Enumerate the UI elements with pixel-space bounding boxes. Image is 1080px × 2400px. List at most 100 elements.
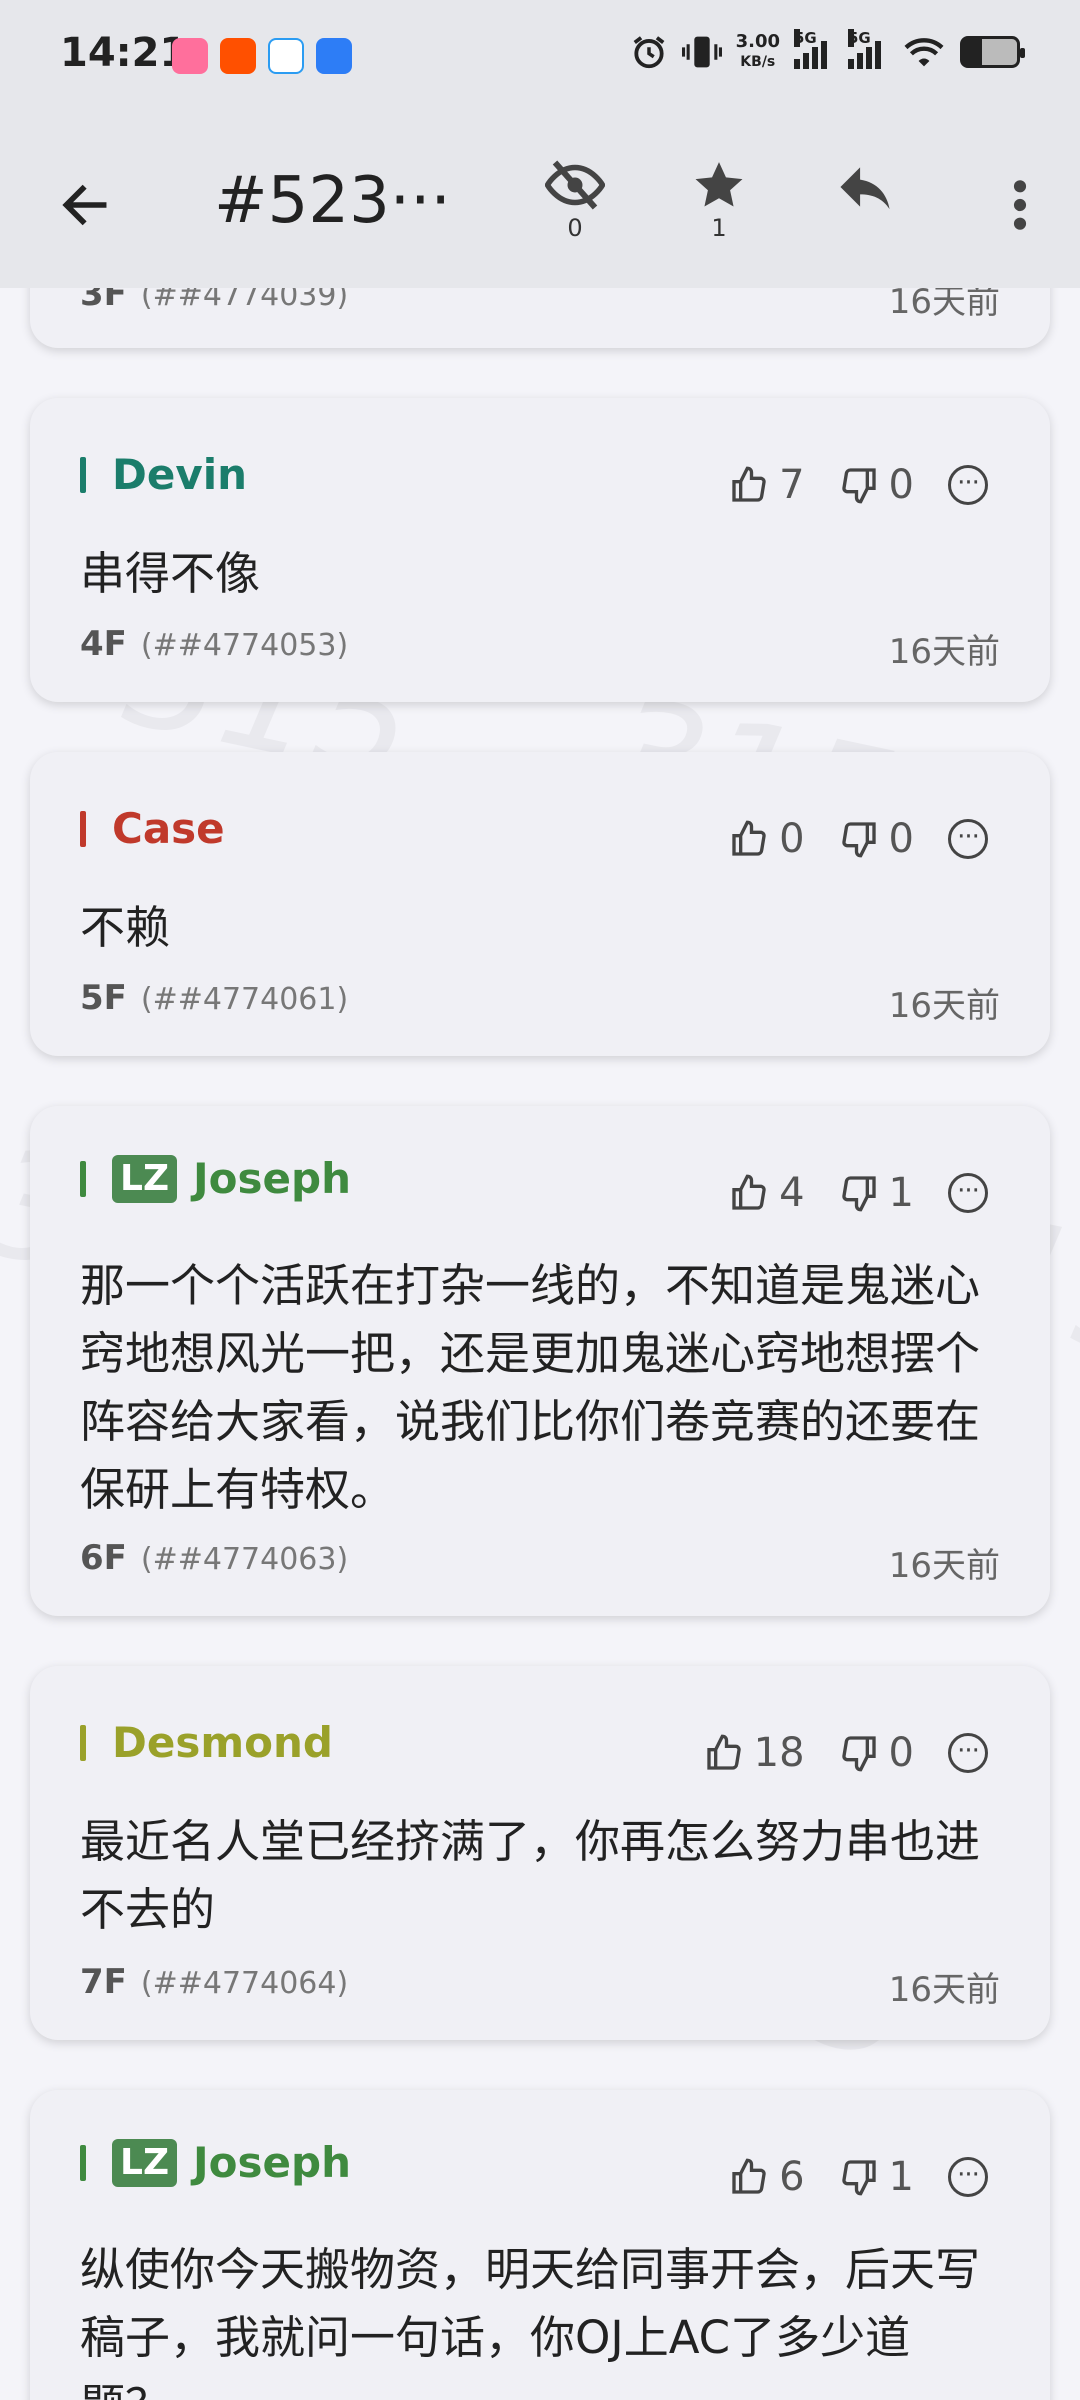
post-time: 16天前 (888, 1546, 1000, 1586)
bilibili-app-icon (172, 38, 208, 74)
post-id: (##4774063) (140, 1542, 349, 1577)
thumbs-down-icon (841, 2160, 876, 2196)
like-count: 4 (779, 1170, 805, 1216)
vibrate-icon (681, 36, 722, 68)
battery-icon (960, 36, 1025, 68)
eye-off-icon (545, 160, 605, 210)
comment-text: 串得不像 (80, 547, 261, 600)
vote-row: 4 1 (729, 1170, 988, 1216)
comment-text: 最近名人堂已经挤满了，你再怎么努力串也进不去的 (80, 1815, 981, 1936)
assistant-app-icon (316, 38, 352, 74)
taobao-app-icon (220, 38, 256, 74)
floor-label: 4F (##4774053) (80, 624, 349, 664)
vote-row: 6 1 (729, 2154, 988, 2200)
post-time: 16天前 (888, 986, 1000, 1026)
dislike-button[interactable]: 1 (839, 1170, 914, 1216)
author-name[interactable]: Joseph (193, 1154, 351, 1203)
comment-text: 不赖 (80, 901, 171, 954)
reply-icon (840, 167, 890, 210)
post-id: (##4774061) (140, 982, 349, 1017)
comment-card-4f[interactable]: Devin 7 0 串得不像 4F(##4774053) 16天前 (30, 398, 1050, 702)
author-name[interactable]: Desmond (112, 1718, 333, 1767)
dislike-button[interactable]: 0 (839, 816, 914, 862)
more-vertical-icon (1013, 180, 1027, 230)
floor-label: 5F (##4774061) (80, 978, 349, 1018)
dislike-count: 1 (888, 1170, 914, 1216)
like-count: 7 (779, 462, 805, 508)
like-count: 6 (779, 2154, 805, 2200)
back-arrow-icon (62, 184, 107, 226)
lz-badge: LZ (112, 1154, 178, 1203)
like-button[interactable]: 6 (729, 2154, 805, 2200)
thumbs-up-icon (732, 2158, 766, 2194)
status-indicators: 3.00 KB/s 5G 5G (630, 29, 1025, 72)
more-options-icon[interactable] (948, 1733, 988, 1773)
like-button[interactable]: 4 (729, 1170, 805, 1216)
page-title: #523··· (214, 164, 451, 238)
post-time: 16天前 (888, 632, 1000, 672)
comment-card-5f[interactable]: Case 0 0 不赖 5F(##4774061) 16天前 (30, 752, 1050, 1056)
hide-button[interactable]: 0 (530, 160, 620, 260)
dislike-count: 1 (888, 2154, 914, 2200)
star-icon (695, 162, 743, 207)
like-button[interactable]: 7 (729, 462, 805, 508)
floor-label: 6F (##4774063) (80, 1538, 349, 1578)
dislike-button[interactable]: 0 (839, 462, 914, 508)
vote-row: 7 0 (729, 462, 988, 508)
vote-row: 18 0 (704, 1730, 988, 1776)
top-bar: 14:21 3.00 KB/s 5G 5G #523··· 0 1 (0, 0, 1080, 288)
vote-row: 0 0 (729, 816, 988, 862)
floor-label: 7F (##4774064) (80, 1962, 349, 2002)
dislike-count: 0 (888, 1730, 914, 1776)
signal-icon: 5G (848, 29, 888, 69)
alarm-icon (633, 36, 664, 69)
app-bar: #523··· 0 1 (0, 150, 1080, 260)
more-options-icon[interactable] (948, 2157, 988, 2197)
author-name[interactable]: Devin (112, 450, 247, 499)
comment-text: 那一个个活跃在打杂一线的，不知道是鬼迷心窍地想风光一把，还是更加鬼迷心窍地想摆个… (80, 1259, 981, 1516)
comment-card-7f[interactable]: Desmond 18 0 最近名人堂已经挤满了，你再怎么努力串也进不去的 7F(… (30, 1666, 1050, 2040)
star-count: 1 (711, 214, 727, 242)
status-bar: 14:21 3.00 KB/s 5G 5G (0, 0, 1080, 110)
post-id: (##4774053) (140, 628, 349, 663)
cloud-app-icon (268, 38, 304, 74)
thumbs-up-icon (706, 1734, 741, 1770)
status-time: 14:21 (60, 30, 188, 76)
notification-app-icons (172, 38, 352, 74)
author-name[interactable]: Joseph (193, 2138, 351, 2187)
wifi-icon (904, 38, 944, 67)
hidden-count: 0 (567, 214, 583, 242)
star-button[interactable]: 1 (674, 160, 764, 260)
comment-card-6f[interactable]: LZ Joseph 4 1 那一个个活跃在打杂一线的，不知道是鬼迷心窍地想风光一… (30, 1106, 1050, 1616)
like-button[interactable]: 18 (704, 1730, 805, 1776)
author-row: Desmond (80, 1718, 333, 1767)
more-options-icon[interactable] (948, 1173, 988, 1213)
more-options-icon[interactable] (948, 465, 988, 505)
comment-card-8f[interactable]: LZ Joseph 6 1 纵使你今天搬物资，明天给同事开会，后天写稿子，我就问… (30, 2090, 1050, 2400)
post-id: (##4774064) (140, 1966, 349, 2001)
author-row: Devin (80, 450, 247, 499)
like-count: 0 (779, 816, 805, 862)
net-speed: 3.00 KB/s (735, 31, 780, 71)
thumbs-up-icon (732, 1174, 766, 1210)
more-vertical-button[interactable] (990, 170, 1050, 240)
thumbs-up-icon (732, 466, 766, 502)
back-button[interactable] (50, 170, 120, 240)
post-time: 16天前 (888, 1970, 1000, 2010)
dislike-button[interactable]: 1 (839, 2154, 914, 2200)
reply-button[interactable] (820, 160, 910, 260)
dislike-count: 0 (888, 462, 914, 508)
thumbs-down-icon (841, 468, 876, 504)
like-button[interactable]: 0 (729, 816, 805, 862)
author-name[interactable]: Case (112, 804, 225, 853)
more-options-icon[interactable] (948, 819, 988, 859)
author-row: Case (80, 804, 225, 853)
author-row: LZ Joseph (80, 1154, 351, 1203)
lz-badge: LZ (112, 2138, 178, 2187)
thumbs-down-icon (841, 1176, 876, 1212)
thumbs-down-icon (841, 1736, 876, 1772)
thumbs-up-icon (732, 820, 766, 856)
dislike-button[interactable]: 0 (839, 1730, 914, 1776)
comment-text: 纵使你今天搬物资，明天给同事开会，后天写稿子，我就问一句话，你OJ上AC了多少道… (80, 2243, 981, 2400)
like-count: 18 (753, 1730, 805, 1776)
